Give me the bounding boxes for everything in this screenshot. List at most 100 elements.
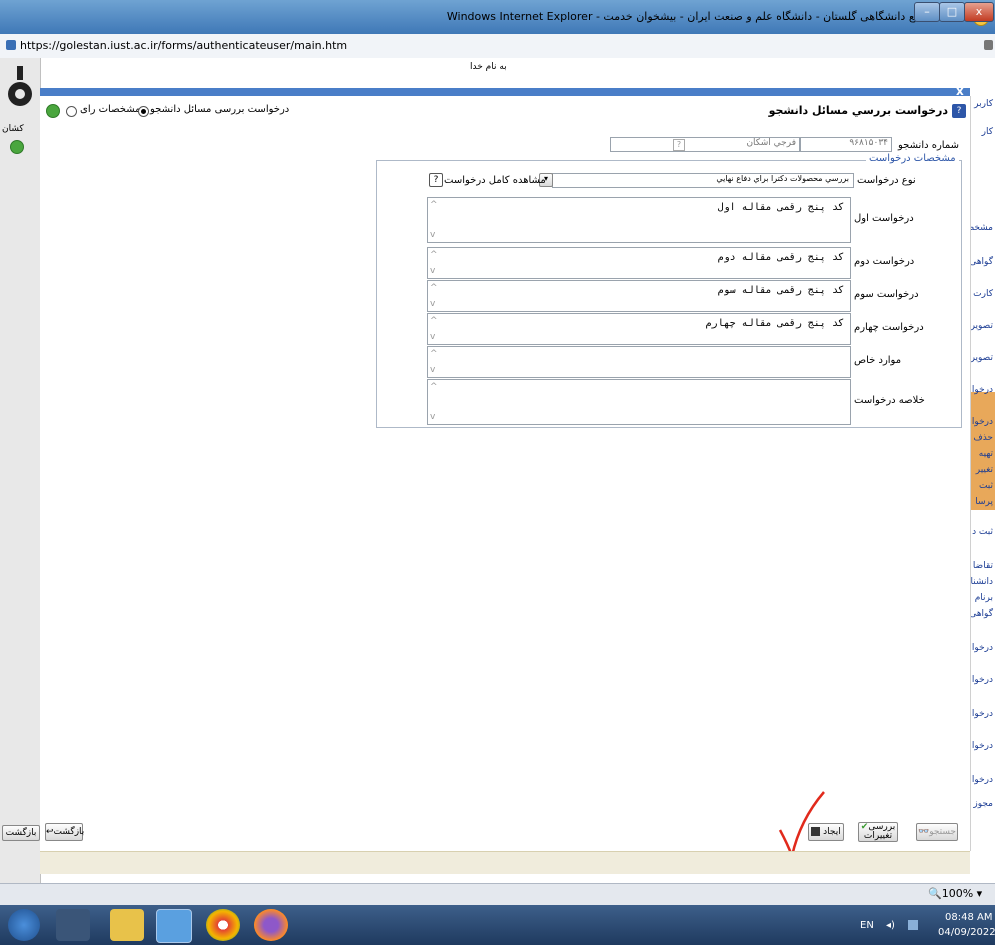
- request-textarea[interactable]: ^ v کد پنج رقمی مقاله سوم: [427, 280, 851, 312]
- chevron-down-icon[interactable]: v: [430, 332, 435, 342]
- right-menu-item[interactable]: تصویر: [971, 321, 993, 331]
- right-menu-item[interactable]: کاربر: [974, 99, 993, 109]
- chevron-down-icon[interactable]: v: [430, 230, 435, 240]
- lookup-icon[interactable]: ?: [673, 139, 685, 151]
- file-explorer-icon[interactable]: [110, 909, 144, 941]
- search-button[interactable]: 👓جستجو: [916, 823, 958, 841]
- textarea-value: کد پنج رقمی مقاله چهارم: [705, 318, 844, 329]
- modal-title: درخواست بررسي مسائل دانشجو: [768, 104, 948, 117]
- clock-date[interactable]: 04/09/2022: [938, 927, 995, 938]
- radio-student-request[interactable]: [138, 106, 149, 117]
- radio-vote-details-label: مشخصات رای: [80, 104, 141, 115]
- right-menu-item[interactable]: کار: [982, 127, 993, 137]
- radio-vote-details[interactable]: [66, 106, 77, 117]
- left-sidebar: کشان: [0, 58, 41, 883]
- request-type-label: نوع درخواست: [857, 175, 916, 186]
- textarea-scrollbar[interactable]: ^ v: [428, 347, 440, 377]
- field-label: درخواست سوم: [854, 289, 919, 300]
- firefox-icon[interactable]: [254, 909, 288, 941]
- start-button-icon[interactable]: [8, 909, 40, 941]
- close-window-button[interactable]: x: [964, 2, 994, 22]
- review-changes-label-2: تغییرات: [863, 831, 893, 841]
- student-number-field[interactable]: ۹۶۸۱۵۰۳۴: [800, 137, 892, 152]
- right-menu-item[interactable]: دانشنا: [971, 577, 994, 587]
- textarea-scrollbar[interactable]: ^ v: [428, 281, 440, 311]
- network-icon[interactable]: [908, 920, 918, 930]
- right-menu-item[interactable]: گواهی: [969, 609, 993, 619]
- right-menu-item[interactable]: مجوز: [973, 799, 993, 809]
- textarea-value: کد پنج رقمی مقاله سوم: [717, 285, 844, 296]
- window-title: سامانه جامع دانشگاهی گلستان - دانشگاه عل…: [446, 10, 965, 23]
- request-textarea[interactable]: ^ v کد پنج رقمی مقاله چهارم: [427, 313, 851, 345]
- chevron-up-icon[interactable]: ^: [430, 200, 438, 210]
- field-label: درخواست چهارم: [854, 322, 924, 333]
- zoom-value: 100%: [941, 887, 974, 900]
- confirm-icon[interactable]: [46, 104, 60, 118]
- search-button-label: جستجو: [929, 827, 956, 837]
- internet-explorer-icon[interactable]: [156, 909, 192, 943]
- textarea-scrollbar[interactable]: ^ v: [428, 314, 440, 344]
- right-menu-item[interactable]: تصویر: [971, 353, 993, 363]
- right-menu-item[interactable]: پرسا: [975, 497, 993, 507]
- banner-text: به نام خدا: [470, 62, 507, 72]
- right-menu-item[interactable]: درخوا: [972, 385, 993, 395]
- chevron-up-icon[interactable]: ^: [430, 382, 438, 392]
- textarea-value: کد پنج رقمی مقاله دوم: [717, 252, 844, 263]
- taskbar-media-icon[interactable]: [56, 909, 90, 941]
- maximize-button[interactable]: □: [939, 2, 965, 22]
- right-menu-item[interactable]: درخوا: [972, 709, 993, 719]
- right-menu-item[interactable]: گواهی: [969, 257, 993, 267]
- minimize-button[interactable]: –: [914, 2, 940, 22]
- right-menu-item[interactable]: کارت: [973, 289, 993, 299]
- chevron-down-icon[interactable]: v: [430, 266, 435, 276]
- language-indicator[interactable]: EN: [860, 920, 874, 931]
- back-button[interactable]: ↩بازگشت: [45, 823, 84, 841]
- textarea-scrollbar[interactable]: ^ v: [428, 380, 440, 424]
- modal-header-bar: [40, 88, 970, 96]
- right-menu-item[interactable]: تغییر: [976, 465, 993, 475]
- right-menu-item[interactable]: برنام: [975, 593, 993, 603]
- right-menu-item[interactable]: درخوا: [972, 643, 993, 653]
- lock-icon[interactable]: [984, 40, 993, 50]
- request-textarea[interactable]: ^ v کد پنج رقمی مقاله اول: [427, 197, 851, 243]
- zoom-level[interactable]: 🔍100% ▾: [928, 887, 982, 900]
- view-full-request-icon[interactable]: ?: [429, 173, 443, 187]
- chevron-up-icon[interactable]: ^: [430, 349, 438, 359]
- field-label: درخواست اول: [854, 213, 914, 224]
- right-menu-item[interactable]: تهیه: [979, 449, 993, 459]
- chevron-down-icon[interactable]: v: [430, 412, 435, 422]
- request-type-select[interactable]: بررسي محصولات دكترا براي دفاع نهايي: [552, 173, 854, 188]
- right-menu-item[interactable]: درخوا: [972, 775, 993, 785]
- request-textarea[interactable]: ^ v: [427, 379, 851, 425]
- request-textarea[interactable]: ^ v کد پنج رقمی مقاله دوم: [427, 247, 851, 279]
- view-full-request-link[interactable]: مشاهده کامل درخواست: [444, 175, 546, 186]
- right-menu-item[interactable]: درخوا: [972, 417, 993, 427]
- back-arrow-icon: ↩: [46, 827, 54, 837]
- chevron-up-icon[interactable]: ^: [430, 250, 438, 260]
- textarea-scrollbar[interactable]: ^ v: [428, 248, 440, 278]
- right-menu-item[interactable]: درخوا: [972, 675, 993, 685]
- chevron-up-icon[interactable]: ^: [430, 316, 438, 326]
- binoculars-icon: 👓: [918, 827, 930, 837]
- clock-time[interactable]: 08:48 AM: [945, 912, 992, 923]
- student-name-field[interactable]: فرجي اشكان ?: [610, 137, 800, 152]
- right-menu-item[interactable]: ثبت: [979, 481, 993, 491]
- right-menu-item[interactable]: ثبت د: [972, 527, 993, 537]
- textarea-scrollbar[interactable]: ^ v: [428, 198, 440, 242]
- chevron-up-icon[interactable]: ^: [430, 283, 438, 293]
- url-text[interactable]: https://golestan.iust.ac.ir/forms/authen…: [20, 39, 347, 52]
- chrome-icon[interactable]: [206, 909, 240, 941]
- chevron-down-icon[interactable]: v: [430, 299, 435, 309]
- right-menu-item[interactable]: تقاضا: [973, 561, 993, 571]
- request-textarea[interactable]: ^ v: [427, 346, 851, 378]
- volume-icon[interactable]: ◂): [886, 920, 895, 931]
- address-bar[interactable]: https://golestan.iust.ac.ir/forms/authen…: [0, 34, 995, 59]
- right-menu-item[interactable]: درخوا: [972, 741, 993, 751]
- help-icon[interactable]: ?: [952, 104, 966, 118]
- textarea-value: کد پنج رقمی مقاله اول: [717, 202, 844, 213]
- right-menu-item[interactable]: حذف: [973, 433, 993, 443]
- modal-footer: [40, 851, 970, 874]
- review-changes-button[interactable]: ✔بررسی تغییرات: [858, 822, 898, 842]
- chevron-down-icon[interactable]: v: [430, 365, 435, 375]
- back-button-left[interactable]: بازگشت: [2, 825, 40, 841]
